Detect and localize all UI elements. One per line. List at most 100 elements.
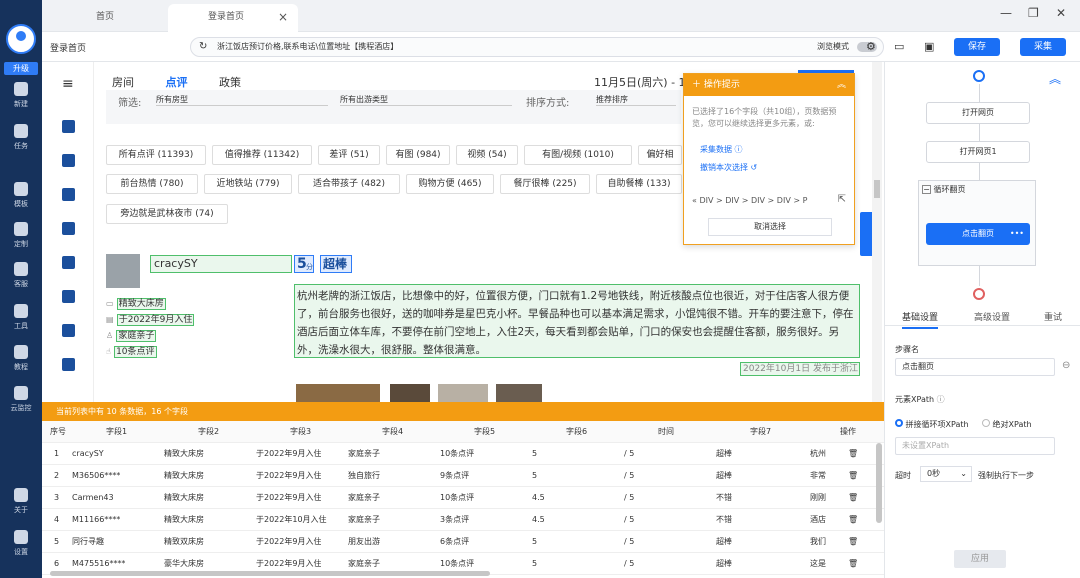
nav-custom[interactable]: 定制: [0, 222, 42, 249]
room-type-select[interactable]: 所有房型: [156, 94, 328, 106]
plane-icon[interactable]: [62, 154, 75, 167]
car-icon[interactable]: [62, 358, 75, 371]
flow-loop-header[interactable]: − 循环翻页: [922, 184, 966, 195]
chip-prefer[interactable]: 偏好相: [638, 145, 682, 165]
nav-new[interactable]: 新建: [0, 82, 42, 109]
flow-step-open-page[interactable]: 打开网页: [926, 102, 1030, 124]
page-side-button[interactable]: [860, 212, 872, 256]
delete-icon[interactable]: 🗑: [848, 531, 858, 553]
flow-step-click-page[interactable]: 点击翻页 •••: [926, 223, 1030, 245]
layout-icon[interactable]: ▭: [894, 40, 904, 53]
chip-front-desk[interactable]: 前台热情 (780): [106, 174, 198, 194]
nav-service[interactable]: 客服: [0, 262, 42, 289]
chip-all[interactable]: 所有点评 (11393): [106, 145, 206, 165]
close-window-icon[interactable]: ✕: [1056, 6, 1066, 20]
chip-negative[interactable]: 差评 (51): [318, 145, 380, 165]
nav-cloud[interactable]: 云监控: [0, 386, 42, 413]
tab-policy[interactable]: 政策: [219, 76, 241, 89]
upgrade-button[interactable]: 升级: [4, 62, 38, 75]
nav-settings[interactable]: 设置: [0, 530, 42, 557]
nav-tools[interactable]: 工具: [0, 304, 42, 331]
col-field6: 字段6: [566, 427, 588, 436]
chip-restaurant[interactable]: 餐厅很棒 (225): [500, 174, 590, 194]
table-cell: 超棒: [716, 537, 732, 546]
more-icon[interactable]: •••: [1010, 223, 1024, 245]
photo-icon[interactable]: [62, 324, 75, 337]
table-row[interactable]: 1 cracySY 精致大床房 于2022年9月入住 家庭亲子 10条点评 5 / 5 超棒 杭州…: [42, 443, 884, 465]
table-row[interactable]: 3 Carmen43 精致大床房 于2022年9月入住 家庭亲子 10条点评 4.5 / 5 不…: [42, 487, 884, 509]
double-up-icon[interactable]: ︽: [1049, 70, 1061, 87]
hotel-icon[interactable]: [62, 120, 75, 133]
chevron-left-icon[interactable]: «: [692, 196, 697, 205]
delete-icon[interactable]: 🗑: [848, 553, 858, 575]
chip-shopping[interactable]: 购物方便 (465): [406, 174, 494, 194]
tab-basic[interactable]: 基础设置: [902, 310, 939, 329]
table-hscrollbar[interactable]: [50, 571, 490, 576]
tab-retry[interactable]: 重试: [1044, 310, 1062, 323]
trip-type-select[interactable]: 所有出游类型: [340, 94, 512, 106]
nav-templates[interactable]: 模板: [0, 182, 42, 209]
nav-tasks[interactable]: 任务: [0, 124, 42, 151]
table-row[interactable]: 4 M11166**** 精致大床房 于2022年10月入住 家庭亲子 3条点评 4.5 / …: [42, 509, 884, 531]
chip-recommend[interactable]: 值得推荐 (11342): [212, 145, 312, 165]
train-icon[interactable]: [62, 188, 75, 201]
page-scrollbar-thumb[interactable]: [874, 180, 880, 198]
nav-tutorial[interactable]: 教程: [0, 345, 42, 372]
avatar[interactable]: [6, 24, 36, 54]
chip-image[interactable]: 有图 (984): [386, 145, 450, 165]
chip-kids[interactable]: 适合带孩子 (482): [298, 174, 400, 194]
col-field1: 字段1: [106, 427, 128, 436]
url-bar[interactable]: ↻ 浙江饭店预订价格,联系电话\位置地址【携程酒店】 浏览模式: [190, 37, 884, 57]
url-text: 浙江饭店预订价格,联系电话\位置地址【携程酒店】: [217, 42, 399, 51]
tip-undo-link[interactable]: 撤销本次选择 ↺: [700, 162, 757, 173]
ticket-icon[interactable]: [62, 222, 75, 235]
tab-login-home[interactable]: 登录首页 ×: [168, 4, 298, 32]
collapse-loop-icon[interactable]: −: [922, 185, 931, 194]
chip-image-video[interactable]: 有图/视频 (1010): [524, 145, 632, 165]
tip-path-text: DIV > DIV > DIV > DIV > P: [699, 196, 808, 205]
table-scrollbar[interactable]: [876, 443, 882, 523]
nav-about[interactable]: 关于: [0, 488, 42, 515]
delete-icon[interactable]: 🗑: [848, 443, 858, 465]
window-icon[interactable]: ▣: [924, 40, 934, 53]
timeout-select[interactable]: 0秒 ⌄: [920, 466, 972, 482]
xpath-option-2[interactable]: 绝对XPath: [982, 419, 1032, 430]
save-button[interactable]: 保存: [954, 38, 1000, 56]
step-name-input[interactable]: 点击翻页: [895, 358, 1055, 376]
settings-icon[interactable]: ⚙: [866, 40, 876, 53]
chip-buffet[interactable]: 自助餐棒 (133): [596, 174, 682, 194]
menu-icon[interactable]: ≡: [62, 76, 74, 92]
bus-icon[interactable]: [62, 290, 75, 303]
bookmark-icon[interactable]: [62, 256, 75, 269]
external-link-icon[interactable]: ⇱: [838, 194, 846, 205]
table-cell: 5: [532, 449, 538, 458]
undo-icon: ↺: [750, 163, 758, 172]
delete-icon[interactable]: 🗑: [848, 487, 858, 509]
apply-button[interactable]: 应用: [954, 550, 1006, 568]
refresh-icon[interactable]: ↻: [199, 38, 207, 56]
minimize-icon[interactable]: —: [1000, 6, 1012, 20]
edit-icon[interactable]: ⊖: [1062, 360, 1070, 371]
tip-collect-link[interactable]: 采集数据 ⓘ: [700, 144, 743, 155]
delete-icon[interactable]: 🗑: [848, 509, 858, 531]
tab-advanced[interactable]: 高级设置: [974, 310, 1010, 323]
collapse-icon[interactable]: ︽: [837, 74, 846, 96]
xpath-input[interactable]: 未设置XPath: [895, 437, 1055, 455]
delete-icon[interactable]: 🗑: [848, 465, 858, 487]
table-row[interactable]: 2 M36506**** 精致大床房 于2022年9月入住 独自旅行 9条点评 5 / 5 超棒…: [42, 465, 884, 487]
chip-video[interactable]: 视频 (54): [456, 145, 518, 165]
tab-home[interactable]: 首页: [96, 4, 114, 32]
chip-subway[interactable]: 近地铁站 (779): [204, 174, 292, 194]
table-row[interactable]: 5 同行寻趣 精致双床房 于2022年9月入住 朋友出游 6条点评 5 / 5 超棒 我们 🗑: [42, 531, 884, 553]
xpath-option-1[interactable]: 拼接循环项XPath: [895, 419, 969, 430]
sort-select[interactable]: 推荐排序: [596, 94, 676, 106]
chip-night-market[interactable]: 旁边就是武林夜市 (74): [106, 204, 228, 224]
cancel-select-button[interactable]: 取消选择: [708, 218, 832, 236]
tab-rooms[interactable]: 房间: [112, 76, 134, 89]
collect-button[interactable]: 采集: [1020, 38, 1066, 56]
restore-icon[interactable]: ❐: [1028, 6, 1039, 20]
table-cell: 6条点评: [440, 537, 470, 546]
flow-step-open-page-1[interactable]: 打开网页1: [926, 141, 1030, 163]
close-icon[interactable]: ×: [278, 4, 288, 30]
page-scrollbar[interactable]: [872, 62, 882, 402]
